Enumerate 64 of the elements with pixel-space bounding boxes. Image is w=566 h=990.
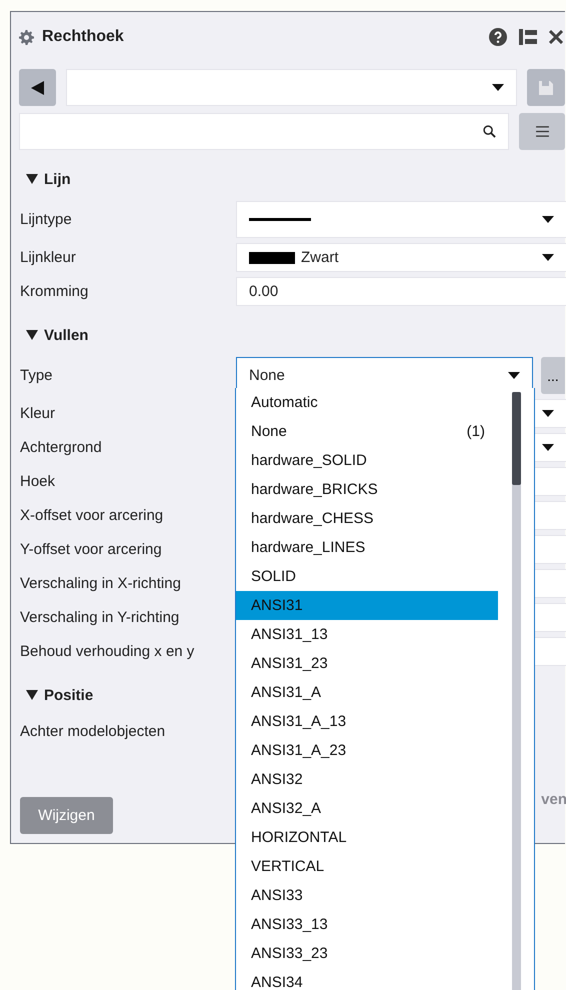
- dropdown-option[interactable]: SOLID: [236, 562, 498, 591]
- dropdown-option[interactable]: ANSI34: [236, 968, 498, 990]
- more-button[interactable]: ...: [541, 357, 565, 394]
- property-label: Kleur: [19, 404, 56, 424]
- dropdown-option[interactable]: ANSI31_13: [236, 620, 498, 649]
- dropdown-option[interactable]: hardware_LINES: [236, 533, 498, 562]
- property-label: Lijntype: [19, 210, 73, 230]
- dropdown-option[interactable]: HORIZONTAL: [236, 823, 498, 852]
- dropdown-option[interactable]: ANSI33_23: [236, 939, 498, 968]
- property-label: Type: [19, 366, 54, 386]
- panel-title: Rechthoek: [42, 28, 124, 46]
- property-label: Kromming: [19, 282, 90, 302]
- menu-icon: [536, 126, 548, 137]
- dropdown-option[interactable]: ANSI31_A_23: [236, 736, 498, 765]
- property-label: Verschaling in X-richting: [19, 574, 182, 594]
- caret-icon: [492, 84, 504, 91]
- collapse-triangle-icon[interactable]: [26, 173, 38, 185]
- scrollbar-track[interactable]: [512, 392, 521, 990]
- dropdown-option[interactable]: ANSI33: [236, 881, 498, 910]
- close-icon[interactable]: [549, 30, 563, 44]
- collapse-triangle-icon[interactable]: [26, 689, 38, 701]
- dropdown-option[interactable]: ANSI31: [236, 591, 498, 620]
- dropdown-option[interactable]: ANSI33_13: [236, 910, 498, 939]
- property-label: Lijnkleur: [19, 248, 77, 268]
- caret-icon: [542, 254, 554, 261]
- layout-icon[interactable]: [519, 29, 537, 45]
- dropdown-option[interactable]: ANSI31_A_13: [236, 707, 498, 736]
- dropdown-option[interactable]: hardware_BRICKS: [236, 475, 498, 504]
- dropdown-option[interactable]: hardware_CHESS: [236, 504, 498, 533]
- collapse-triangle-icon[interactable]: [26, 329, 38, 341]
- dropdown-option[interactable]: ANSI32: [236, 765, 498, 794]
- dropdown-option[interactable]: None (1): [236, 417, 498, 446]
- property-label: Achtergrond: [19, 438, 103, 458]
- left-triangle-icon: [30, 80, 46, 96]
- dropdown-option[interactable]: VERTICAL: [236, 852, 498, 881]
- section-title: Vullen: [44, 326, 88, 344]
- help-icon[interactable]: [489, 28, 507, 46]
- caret-icon: [508, 372, 520, 379]
- property-label: Hoek: [19, 472, 56, 492]
- caret-icon: [542, 444, 554, 451]
- property-label: Verschaling in Y-richting: [19, 608, 180, 628]
- section-title: Positie: [44, 686, 94, 704]
- color-swatch: [249, 252, 295, 264]
- section-title: Lijn: [44, 170, 71, 188]
- scrollbar-thumb[interactable]: [512, 392, 521, 485]
- dropdown-option[interactable]: hardware_SOLID: [236, 446, 498, 475]
- property-label: X-offset voor arcering: [19, 506, 164, 526]
- property-label: Achter modelobjecten: [19, 722, 166, 742]
- caret-icon: [542, 216, 554, 223]
- number-field[interactable]: 0.00: [236, 277, 566, 306]
- dropdown-option[interactable]: ANSI31_A: [236, 678, 498, 707]
- dropdown-option[interactable]: ANSI31_23: [236, 649, 498, 678]
- gear-icon: [19, 30, 34, 44]
- button-text-fragment: ven: [541, 791, 566, 808]
- color-dropdown[interactable]: Zwart: [236, 243, 566, 272]
- search-field[interactable]: [19, 113, 509, 150]
- menu-button[interactable]: [519, 113, 565, 150]
- property-label: Y-offset voor arcering: [19, 540, 163, 560]
- back-button[interactable]: [19, 69, 56, 106]
- search-icon: [483, 125, 496, 138]
- dropdown-option[interactable]: ANSI32_A: [236, 794, 498, 823]
- caret-icon: [542, 410, 554, 417]
- solid-line-icon: [249, 218, 311, 221]
- property-label: Behoud verhouding x en y: [19, 642, 196, 662]
